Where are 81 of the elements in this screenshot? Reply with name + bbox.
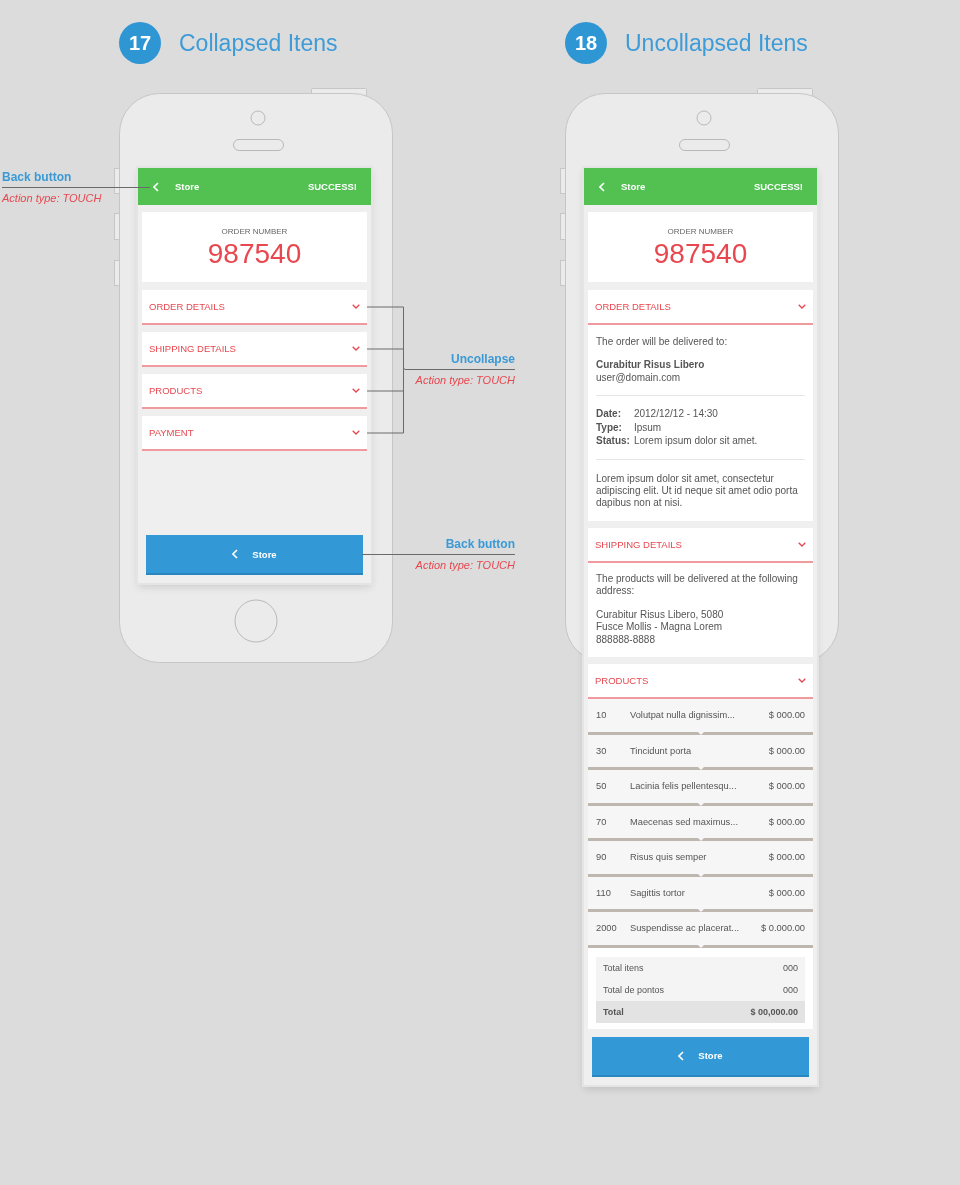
product-quantity: 50 <box>596 781 608 792</box>
store-button[interactable]: Store <box>592 1036 809 1077</box>
total-value: 000 <box>782 962 798 973</box>
chevron-left-icon <box>153 181 159 192</box>
product-row[interactable]: 50 Lacinia felis pellentesqu... $ 000.00 <box>588 770 813 806</box>
product-row[interactable]: 2000 Suspendisse ac placerat... $ 0.000.00 <box>588 912 813 948</box>
product-price: $ 0.000.00 <box>761 923 805 934</box>
product-name: Risus quis semper <box>630 852 707 863</box>
chevron-left-icon <box>232 549 239 559</box>
product-quantity: 70 <box>596 816 608 827</box>
product-price: $ 000.00 <box>768 710 805 721</box>
screen-title: Uncollapsed Itens <box>625 29 808 57</box>
order-number-label: ORDER NUMBER <box>221 226 288 237</box>
address-line: Curabitur Risus Libero, 5080 <box>596 608 725 621</box>
order-number: 987540 <box>653 239 748 268</box>
product-price: $ 000.00 <box>768 816 805 827</box>
order-number-label: ORDER NUMBER <box>667 226 734 237</box>
product-price: $ 000.00 <box>768 852 805 863</box>
product-price: $ 000.00 <box>768 781 805 792</box>
fact-value: Ipsum <box>633 420 663 434</box>
product-name: Maecenas sed maximus... <box>630 816 738 827</box>
fact-label: Type: <box>596 420 623 434</box>
product-row[interactable]: 110 Sagittis tortor $ 000.00 <box>588 876 813 912</box>
product-quantity: 90 <box>596 852 608 863</box>
order-number: 987540 <box>207 239 302 268</box>
status-label: SUCCESS! <box>753 181 803 192</box>
total-label: Total <box>603 1006 624 1017</box>
fact-label: Date: <box>596 407 622 421</box>
chevron-down-icon <box>352 304 360 309</box>
fact-value: 2012/12/12 - 14:30 <box>633 407 719 421</box>
back-label: Store <box>621 181 646 192</box>
annotation-label: Back button <box>2 170 72 184</box>
action-type-label: Action type: TOUCH <box>2 192 102 205</box>
customer-name: Curabitur Risus Libero <box>596 358 706 371</box>
chevron-down-icon <box>798 304 806 309</box>
action-type-label: Action type: TOUCH <box>415 374 515 387</box>
store-button[interactable]: Store <box>146 535 363 575</box>
total-value: 000 <box>782 984 798 995</box>
body-text: The order will be delivered to: <box>596 335 729 348</box>
chevron-down-icon <box>352 388 360 393</box>
product-name: Tincidunt porta <box>630 745 692 756</box>
body-text: The products will be delivered at the following address: <box>596 572 799 597</box>
total-label: Total itens <box>603 962 644 973</box>
step-number-badge: 18 <box>565 22 607 64</box>
product-price: $ 000.00 <box>768 745 805 756</box>
action-type-label: Action type: TOUCH <box>415 559 515 572</box>
product-row[interactable]: 70 Maecenas sed maximus... $ 000.00 <box>588 805 813 841</box>
address-line: Fusce Mollis - Magna Lorem <box>596 621 724 634</box>
product-row[interactable]: 90 Risus quis semper $ 000.00 <box>588 841 813 877</box>
back-button[interactable]: Store <box>153 181 200 192</box>
annotation-label: Back button <box>445 537 515 551</box>
product-row[interactable]: 10 Volutpat nulla dignissim... $ 000.00 <box>588 699 813 735</box>
fact-value: Lorem ipsum dolor sit amet. <box>633 434 759 448</box>
chevron-down-icon <box>798 678 806 683</box>
customer-email: user@domain.com <box>596 371 682 384</box>
chevron-down-icon <box>798 541 806 547</box>
product-name: Lacinia felis pellentesqu... <box>630 781 737 792</box>
back-button[interactable]: Store <box>599 181 646 192</box>
total-label: Total de pontos <box>603 984 665 995</box>
step-number-badge: 17 <box>119 22 161 64</box>
chevron-left-icon <box>599 181 605 192</box>
chevron-down-icon <box>352 430 360 435</box>
chevron-down-icon <box>352 346 360 351</box>
product-row[interactable]: 30 Tincidunt porta $ 000.00 <box>588 734 813 770</box>
body-paragraph: Lorem ipsum dolor sit amet, consectetur adipiscing elit. Ut id neque sit amet odio porta dapibus non at nisi. <box>596 472 799 509</box>
address-line: 888888-8888 <box>596 633 656 646</box>
product-quantity: 2000 <box>596 923 618 934</box>
product-name: Suspendisse ac placerat... <box>630 923 740 934</box>
chevron-left-icon <box>678 1050 685 1061</box>
status-label: SUCCESS! <box>307 181 357 192</box>
screen-title: Collapsed Itens <box>179 29 338 57</box>
product-quantity: 30 <box>596 745 608 756</box>
product-quantity: 110 <box>596 887 612 898</box>
annotation-label: Uncollapse <box>450 352 515 366</box>
product-name: Volutpat nulla dignissim... <box>630 710 735 721</box>
fact-label: Status: <box>596 434 630 448</box>
product-quantity: 10 <box>596 710 608 721</box>
product-price: $ 000.00 <box>768 887 805 898</box>
product-name: Sagittis tortor <box>630 887 685 898</box>
back-label: Store <box>175 181 200 192</box>
total-value: $ 00,000.00 <box>750 1006 798 1017</box>
